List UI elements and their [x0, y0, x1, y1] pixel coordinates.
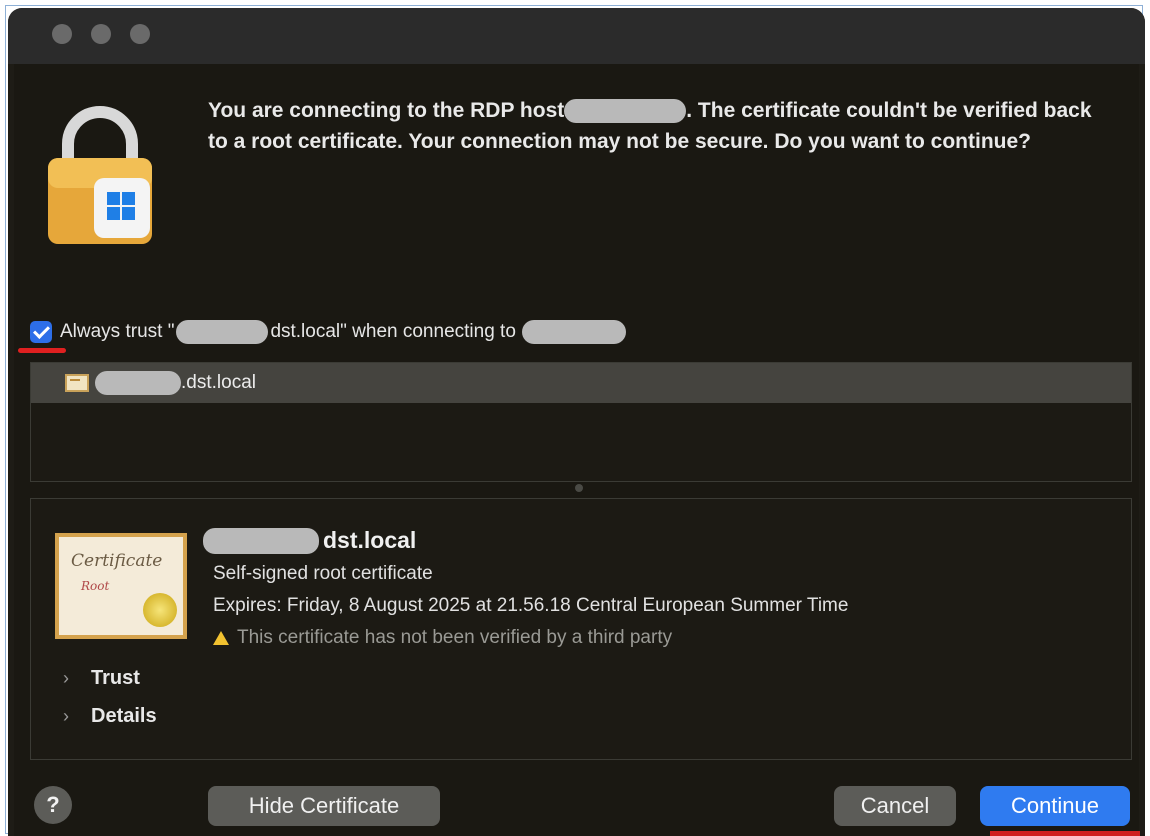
- always-trust-checkbox[interactable]: [30, 321, 52, 343]
- continue-button[interactable]: Continue: [980, 786, 1130, 826]
- redacted-cert-name: [203, 527, 319, 554]
- chevron-right-icon: ›: [63, 706, 69, 726]
- list-item[interactable]: .dst.local: [31, 363, 1131, 403]
- hide-certificate-button[interactable]: Hide Certificate: [208, 786, 440, 826]
- seal-icon: [143, 593, 177, 627]
- zoom-window-button[interactable]: [130, 24, 150, 44]
- redacted-cert-prefix: [95, 371, 181, 395]
- pane-splitter-handle[interactable]: [575, 484, 583, 492]
- details-disclosure[interactable]: › Details: [63, 705, 157, 728]
- redacted-hostname: [521, 320, 626, 344]
- always-trust-label-end: dst.local" when connecting to: [270, 321, 516, 342]
- message-text-start: You are connecting to the RDP host: [208, 99, 565, 122]
- title-bar: [8, 8, 1145, 64]
- certificate-icon-subtitle: Root: [81, 579, 110, 593]
- certificate-name-text: dst.local: [323, 527, 417, 553]
- warning-icon: [213, 631, 229, 645]
- certificate-name: dst.local: [203, 527, 416, 554]
- trust-disclosure-label: Trust: [91, 667, 140, 689]
- help-button[interactable]: ?: [34, 786, 72, 824]
- certificate-icon: [65, 374, 89, 392]
- minimize-window-button[interactable]: [91, 24, 111, 44]
- lock-windows-icon: [48, 106, 152, 244]
- close-window-button[interactable]: [52, 24, 72, 44]
- annotation-underline: [18, 348, 66, 353]
- cancel-button[interactable]: Cancel: [834, 786, 956, 826]
- always-trust-row: Always trust " dst.local" when connectin…: [30, 318, 626, 346]
- certificate-chain-list: .dst.local: [30, 362, 1132, 482]
- certificate-warning: This certificate has not been verified b…: [213, 627, 672, 649]
- cert-list-name: .dst.local: [181, 372, 256, 393]
- redacted-host: [564, 99, 687, 124]
- details-disclosure-label: Details: [91, 705, 157, 727]
- certificate-icon-title: Certificate: [71, 551, 163, 571]
- certificate-expiry: Expires: Friday, 8 August 2025 at 21.56.…: [213, 595, 849, 616]
- trust-disclosure[interactable]: › Trust: [63, 667, 140, 690]
- always-trust-label-start: Always trust ": [60, 321, 175, 342]
- certificate-large-icon: Certificate Root: [55, 533, 187, 639]
- annotation-underline: [990, 831, 1140, 836]
- certificate-details-pane: Certificate Root dst.local Self-signed r…: [30, 498, 1132, 760]
- chevron-right-icon: ›: [63, 668, 69, 688]
- dialog-message: You are connecting to the RDP host. The …: [208, 95, 1098, 157]
- redacted-cert-name: [176, 320, 269, 344]
- certificate-type: Self-signed root certificate: [213, 563, 433, 584]
- certificate-warning-text: This certificate has not been verified b…: [237, 627, 673, 648]
